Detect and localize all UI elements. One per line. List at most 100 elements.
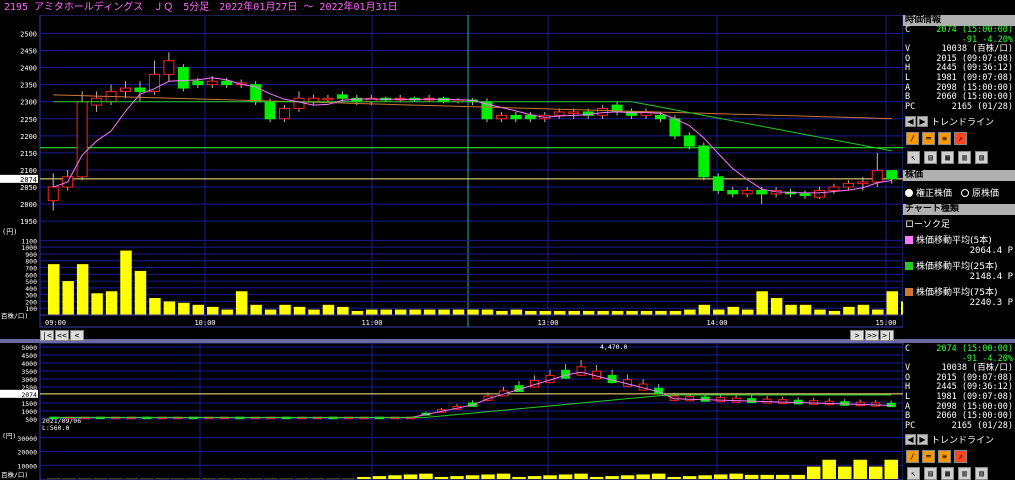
nav-prev-fast-button[interactable]: <<: [55, 330, 69, 341]
lower-volume-bar: [760, 474, 774, 479]
edit-tools: ↖ ▤ ▦ ▥ ▧: [907, 151, 1011, 165]
volume-bar: [351, 310, 364, 315]
lower-price-tick: 500: [25, 416, 37, 424]
cursor-icon[interactable]: ↖: [907, 151, 920, 165]
volume-axis-label: 百株/口): [1, 311, 28, 320]
nav-next-button[interactable]: >: [850, 330, 864, 341]
nav-next-fast-button[interactable]: >>: [865, 330, 879, 341]
candle-body: [47, 186, 59, 202]
volume-bar: [192, 304, 205, 315]
pen-tool-icon[interactable]: /: [906, 132, 919, 146]
cursor-icon[interactable]: ↖: [907, 467, 920, 480]
volume-bar: [178, 302, 190, 315]
edit-icon[interactable]: ▥: [958, 151, 971, 165]
volume-bar: [481, 309, 494, 315]
volume-bar: [48, 264, 60, 315]
volume-bar: [235, 291, 248, 315]
lower-volume-unit: (円): [2, 432, 16, 440]
ma-label: 株価移動平均(5本): [916, 236, 992, 247]
volume-bar: [799, 304, 812, 315]
lower-volume-bar: [403, 474, 418, 479]
delete-icon[interactable]: ▦: [941, 467, 954, 480]
nav-last-button[interactable]: >|: [880, 330, 894, 341]
volume-bar: [611, 310, 624, 315]
copy-icon[interactable]: ▤: [924, 151, 937, 165]
upper-chart-panel[interactable]: 2500 2450 2400 2350 2300 2250 2200 2150 21002074…: [0, 15, 905, 338]
arrow-left-icon[interactable]: ◀: [905, 434, 916, 446]
arrow-tool-icon[interactable]: ↗: [954, 132, 967, 146]
candle-body: [336, 94, 348, 99]
delete-icon[interactable]: ▦: [941, 151, 954, 165]
lower-volume-bar: [574, 473, 588, 479]
volume-bar: [843, 306, 855, 315]
arrow-left-icon[interactable]: ◀: [905, 116, 916, 128]
candle-body: [221, 80, 233, 86]
ma-item[interactable]: 株価移動平均(5本): [903, 233, 1015, 246]
lower-volume-bar: [372, 476, 387, 479]
lower-volume-tick: 20000: [17, 449, 37, 457]
parallel-line-icon[interactable]: ≡: [938, 450, 951, 464]
paste-icon[interactable]: ▧: [975, 467, 988, 480]
volume-bar: [322, 304, 335, 315]
lower-price-tick: 5000: [21, 344, 37, 352]
lower-volume-bar: [512, 476, 526, 479]
lower-volume-tick: 10000: [17, 462, 37, 470]
time-label: 14:00: [706, 319, 727, 327]
lower-volume-bar: [543, 475, 557, 479]
lower-volume-bar: [636, 474, 650, 479]
nav-prev-button[interactable]: <: [70, 330, 84, 341]
edit-icon[interactable]: ▥: [958, 467, 971, 480]
horizontal-line-icon[interactable]: ═: [922, 450, 935, 464]
volume-bar: [149, 298, 161, 315]
candle-body: [799, 193, 811, 197]
time-label: 11:00: [361, 319, 382, 327]
horizontal-line-icon[interactable]: ═: [922, 132, 935, 146]
volume-bar: [684, 309, 696, 315]
paste-icon[interactable]: ▧: [975, 151, 988, 165]
arrow-tool-icon[interactable]: ↗: [954, 450, 967, 464]
radio-raw-icon[interactable]: [961, 188, 970, 197]
ma-item[interactable]: 株価移動平均(25本): [903, 259, 1015, 272]
volume-bar: [510, 309, 523, 315]
volume-bar: [525, 310, 537, 315]
parallel-line-icon[interactable]: ≡: [938, 132, 951, 146]
volume-bar: [872, 309, 884, 315]
radio-raw-label[interactable]: 原株価: [972, 186, 999, 199]
arrow-right-icon[interactable]: ▶: [917, 434, 928, 446]
info-side-panel-lower: C 2074 (15:00:00) -91 -4.20% V 10038 (百株/口) O…: [903, 344, 1015, 480]
candle-body: [727, 189, 739, 195]
pen-tool-icon[interactable]: /: [906, 450, 919, 464]
nav-first-button[interactable]: |<: [40, 330, 54, 341]
volume-bar: [207, 306, 219, 315]
candle-body: [886, 170, 898, 180]
lower-volume-bar: [589, 476, 604, 479]
candle-body: [322, 97, 334, 101]
candle-body: [495, 114, 507, 120]
lower-chart-panel[interactable]: 5000450040003500300025002074150010005004…: [0, 343, 905, 480]
moving-average-list: 株価移動平均(5本) 2064.4 P 株価移動平均(25本) 2148.4 P 株価移…: [903, 233, 1015, 308]
ma-value: 2240.3 P: [969, 298, 1013, 309]
volume-unit-label: (円): [2, 228, 17, 236]
arrow-right-icon[interactable]: ▶: [917, 116, 928, 128]
chart-settings-header: チャート種類: [903, 204, 1015, 216]
candle-body: [293, 97, 305, 110]
copy-icon[interactable]: ▤: [924, 467, 937, 480]
candle-body: [828, 186, 840, 191]
price-info-table: C 2074 (15:00:00) -91 -4.20% V 10038 (百株/口) O…: [903, 25, 1015, 113]
lower-volume-bar: [853, 459, 867, 479]
lower-volume-bar: [884, 459, 898, 479]
radio-adjusted-icon[interactable]: [905, 188, 913, 197]
volume-bar: [539, 310, 552, 315]
lower-volume-bar: [682, 476, 697, 479]
lower-volume-bar: [713, 474, 728, 479]
lower-volume-bar: [465, 475, 480, 479]
ma-label: 株価移動平均(25本): [916, 262, 998, 273]
volume-bar: [279, 304, 291, 315]
info-key: C: [905, 344, 911, 354]
info-row: PC 2165 (01/28): [903, 102, 1015, 113]
chart-kind[interactable]: ローソク足: [903, 217, 1015, 230]
radio-adjusted-label[interactable]: 権正株価: [916, 186, 952, 199]
ma-item[interactable]: 株価移動平均(75本): [903, 285, 1015, 298]
lower-high-annotation: 4,470.0: [600, 343, 627, 351]
price-tick-label: 2050: [20, 184, 37, 192]
